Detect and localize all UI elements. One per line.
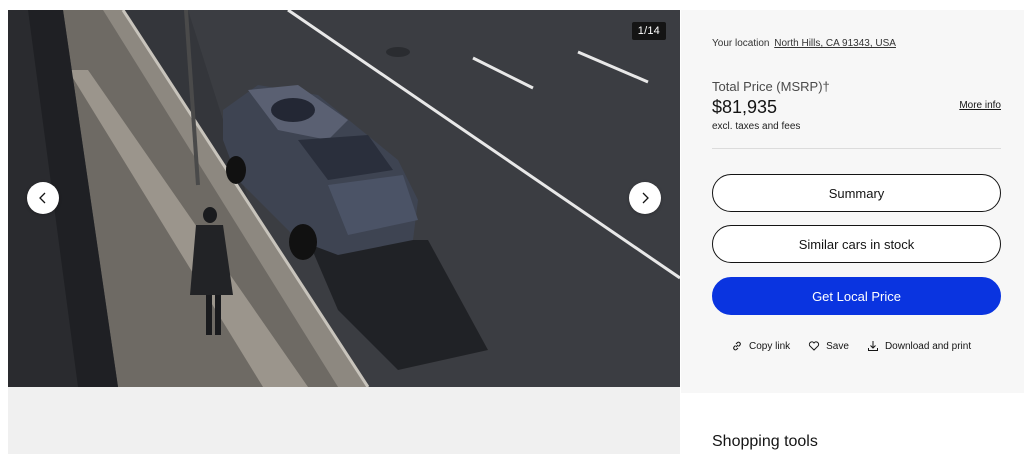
similar-cars-button[interactable]: Similar cars in stock bbox=[712, 225, 1001, 263]
image-gallery[interactable]: 1/14 bbox=[8, 10, 680, 387]
get-local-price-button[interactable]: Get Local Price bbox=[712, 277, 1001, 315]
chevron-right-icon bbox=[642, 192, 649, 204]
image-counter: 1/14 bbox=[631, 22, 666, 40]
shopping-tools-title: Shopping tools bbox=[712, 433, 818, 450]
location-label: Your location bbox=[712, 38, 770, 49]
price-note: excl. taxes and fees bbox=[712, 121, 801, 132]
location-row: Your location North Hills, CA 91343, USA bbox=[712, 38, 896, 49]
price-value: $81,935 bbox=[712, 97, 778, 117]
price-panel: Your location North Hills, CA 91343, USA… bbox=[681, 10, 1024, 393]
chevron-left-icon bbox=[39, 192, 46, 204]
download-icon bbox=[867, 341, 878, 351]
save-label: Save bbox=[826, 340, 849, 352]
download-action[interactable]: Download and print bbox=[867, 340, 971, 352]
gallery-thumbnail-area bbox=[8, 387, 680, 454]
next-image-button[interactable] bbox=[629, 182, 661, 214]
save-action[interactable]: Save bbox=[808, 340, 849, 352]
heart-icon bbox=[809, 341, 820, 351]
download-label: Download and print bbox=[884, 340, 972, 352]
link-icon bbox=[733, 341, 741, 351]
copy-link-action[interactable]: Copy link bbox=[731, 340, 790, 352]
more-info-link[interactable]: More info bbox=[959, 100, 1001, 111]
summary-button[interactable]: Summary bbox=[712, 174, 1001, 212]
action-row: Copy link Save Download and print bbox=[731, 340, 971, 352]
car-photo bbox=[8, 10, 680, 387]
previous-image-button[interactable] bbox=[27, 182, 59, 214]
location-link[interactable]: North Hills, CA 91343, USA bbox=[774, 38, 896, 49]
divider bbox=[712, 148, 1001, 149]
price-label: Total Price (MSRP)† bbox=[712, 79, 830, 94]
copy-link-label: Copy link bbox=[749, 340, 791, 352]
